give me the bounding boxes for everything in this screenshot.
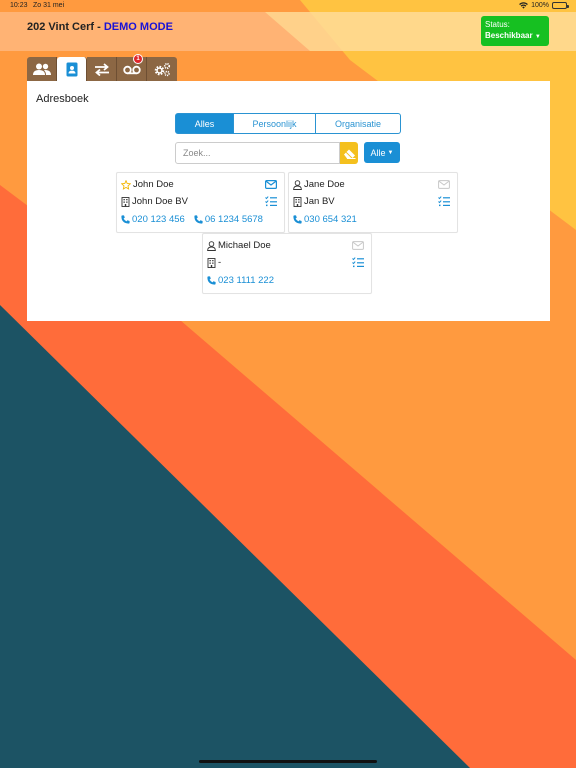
date: Zo 31 mei xyxy=(33,2,65,9)
user-name: 202 Vint Cerf xyxy=(27,21,95,33)
tab-settings[interactable] xyxy=(147,57,177,82)
contact-name: Michael Doe xyxy=(218,240,271,251)
contact-company: - xyxy=(218,257,222,268)
system-status-bar: 10:23 Zo 31 mei 100% xyxy=(0,0,576,12)
building-icon xyxy=(207,257,216,268)
contact-company: John Doe BV xyxy=(132,196,188,207)
tab-voicemail[interactable]: 1 xyxy=(117,54,147,82)
contact-card[interactable]: John Doe John Doe BV 020 123 456 06 1234… xyxy=(116,172,285,233)
user-icon xyxy=(293,179,302,190)
envelope-icon[interactable] xyxy=(265,180,277,189)
contact-card[interactable]: Jane Doe Jan BV 030 654 321 xyxy=(288,172,458,233)
status-label: Status: xyxy=(485,20,510,29)
phone-icon xyxy=(293,215,302,224)
gears-icon xyxy=(154,62,171,77)
contact-name: John Doe xyxy=(133,179,174,190)
demo-mode-label: DEMO MODE xyxy=(103,21,173,33)
contact-company: Jan BV xyxy=(304,196,335,207)
clear-search-button[interactable] xyxy=(340,142,358,164)
app-header: 202 Vint Cerf - DEMO MODE Status: Beschi… xyxy=(0,12,576,51)
contact-type-dropdown[interactable]: Alle ▼ xyxy=(364,142,400,163)
app-title: 202 Vint Cerf - DEMO MODE xyxy=(27,21,173,33)
task-list-icon[interactable] xyxy=(352,257,364,268)
phone-icon xyxy=(121,215,130,224)
clock: 10:23 xyxy=(10,2,28,9)
contact-type-value: Alle xyxy=(370,147,386,158)
tab-transfer[interactable] xyxy=(87,57,117,82)
star-outline-icon[interactable] xyxy=(121,179,131,190)
voicemail-badge: 1 xyxy=(133,54,143,64)
address-book-icon xyxy=(66,62,77,77)
caret-down-icon: ▼ xyxy=(534,34,541,40)
task-list-icon[interactable] xyxy=(265,196,277,207)
filter-all-button[interactable]: Alles xyxy=(175,113,234,134)
status-value: Beschikbaar xyxy=(485,31,533,40)
main-tabs: 1 xyxy=(27,54,177,82)
users-icon xyxy=(32,63,51,75)
task-list-icon[interactable] xyxy=(438,196,450,207)
filter-organisation-button[interactable]: Organisatie xyxy=(316,113,401,134)
search-input[interactable] xyxy=(175,142,340,164)
battery-percentage: 100% xyxy=(531,2,549,9)
contact-card[interactable]: Michael Doe - 023 1111 222 xyxy=(202,233,372,294)
building-icon xyxy=(293,196,302,207)
home-indicator[interactable] xyxy=(199,760,377,763)
building-icon xyxy=(121,196,130,207)
address-book-panel: Adresboek Alles Persoonlijk Organisatie … xyxy=(27,81,550,321)
battery-icon xyxy=(552,2,569,9)
phone-icon xyxy=(207,276,216,285)
tab-address-book[interactable] xyxy=(57,57,87,82)
contact-name: Jane Doe xyxy=(304,179,345,190)
wifi-icon xyxy=(519,2,528,9)
caret-down-icon: ▼ xyxy=(387,149,394,156)
eraser-icon xyxy=(343,149,355,159)
phone-icon xyxy=(194,215,203,224)
envelope-icon xyxy=(438,180,450,189)
phone-link[interactable]: 030 654 321 xyxy=(293,214,357,225)
tab-contacts[interactable] xyxy=(27,57,57,82)
filter-button-group: Alles Persoonlijk Organisatie xyxy=(175,113,401,134)
filter-personal-button[interactable]: Persoonlijk xyxy=(234,113,316,134)
phone-link[interactable]: 023 1111 222 xyxy=(207,275,274,286)
status-dropdown-button[interactable]: Status: Beschikbaar ▼ xyxy=(481,16,549,46)
phone-link[interactable]: 020 123 456 xyxy=(121,214,185,225)
envelope-icon xyxy=(352,241,364,250)
transfer-arrows-icon xyxy=(94,63,109,76)
voicemail-icon xyxy=(122,65,141,74)
page-title: Adresboek xyxy=(36,93,89,105)
user-icon xyxy=(207,240,216,251)
phone-link[interactable]: 06 1234 5678 xyxy=(194,214,263,225)
